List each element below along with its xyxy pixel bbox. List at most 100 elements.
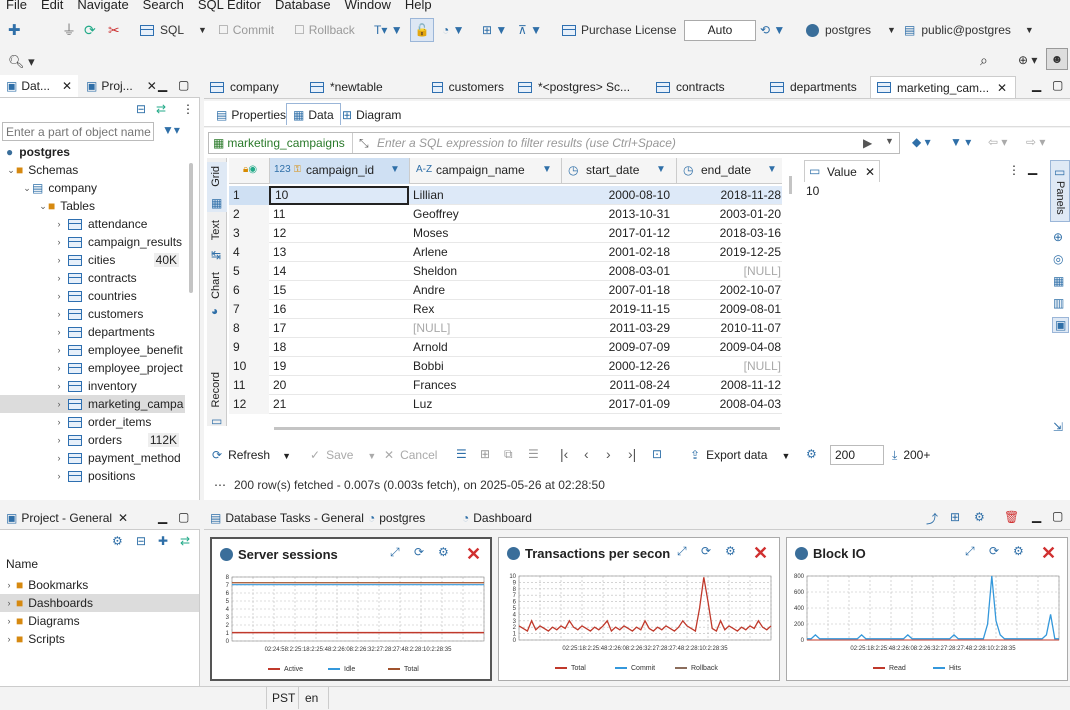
table-row[interactable]: 4 13 Arlene 2001-02-18 2019-12-25 [229,243,782,262]
close-icon[interactable]: ✕ [118,511,128,525]
perspective-icon[interactable]: ⊕ ▾ [1018,50,1037,70]
column-header-campaign_name[interactable]: A-Z campaign_name ▼ [409,158,561,184]
view-menu-icon[interactable]: ⋮ [182,102,194,116]
cell-end_date[interactable]: 2008-04-03 [676,395,781,414]
close-icon[interactable]: ✕ [1041,543,1056,564]
sql-editor-button[interactable]: SQL ▼ [140,20,207,40]
table-row[interactable]: 6 15 Andre 2007-01-18 2002-10-07 [229,281,782,300]
grid-vscrollbar[interactable] [789,176,792,194]
minimize-icon[interactable]: ▁ [158,510,167,524]
cell-campaign_id[interactable]: 10 [269,186,409,205]
table-row[interactable]: 1 10 Lillian 2000-08-10 2018-11-28 [229,186,782,205]
expand-icon[interactable]: › [4,598,14,608]
tree-table-marketing_campa[interactable]: › marketing_campa [0,395,185,413]
tree-table-countries[interactable]: › countries [0,287,185,305]
cell-end_date[interactable]: [NULL] [676,262,781,281]
active-connection-selector[interactable]: postgres ▼ [806,20,896,40]
table-row[interactable]: 7 16 Rex 2019-11-15 2009-08-01 [229,300,782,319]
expand-icon[interactable]: › [54,363,64,373]
cell-start_date[interactable]: 2008-03-01 [561,262,670,281]
menu-help[interactable]: Help [405,0,432,12]
tree-node-postgres[interactable]: ● postgres [6,143,70,161]
chart-icon[interactable]: ⤴ [926,510,938,527]
next-page-icon[interactable]: › [606,446,611,462]
tree-table-inventory[interactable]: › inventory [0,377,185,395]
close-icon[interactable]: ✕ [753,543,768,564]
tree-table-cities[interactable]: › cities 40K [0,251,185,269]
expand-icon[interactable]: › [54,435,64,445]
tab-diagram[interactable]: ⊞ Diagram [336,104,407,126]
history-icon[interactable]: ⟲ ▼ [760,20,785,40]
table-row[interactable]: 9 18 Arnold 2009-07-09 2009-04-08 [229,338,782,357]
row-number[interactable]: 10 [229,357,269,376]
expand-icon[interactable]: › [4,616,14,626]
tree-node-tables[interactable]: ⌄ ■ Tables [38,197,95,215]
cell-start_date[interactable]: 2000-08-10 [561,186,670,205]
maximize-icon[interactable]: ▢ [178,78,189,92]
menu-database[interactable]: Database [275,0,331,12]
table-row[interactable]: 12 21 Luz 2017-01-09 2008-04-03 [229,395,782,414]
collapse-all-icon[interactable]: ⊟ [136,102,146,116]
table-row[interactable]: 8 17 [NULL] 2011-03-29 2010-11-07 [229,319,782,338]
minimize-icon[interactable]: ▁ [1028,161,1037,175]
cell-campaign_name[interactable]: Bobbi [413,357,561,376]
cell-campaign_id[interactable]: 17 [269,319,409,338]
minimize-icon[interactable]: ▁ [1032,509,1041,523]
expand-icon[interactable]: ⤢ [677,544,687,559]
menu-search[interactable]: Search [143,0,184,12]
settings-icon[interactable]: ⚙ [974,510,985,524]
cell-campaign_id[interactable]: 19 [269,357,409,376]
minimize-icon[interactable]: ▁ [1032,78,1041,92]
cell-campaign_id[interactable]: 12 [269,224,409,243]
last-page-icon[interactable]: ›| [628,446,636,462]
close-icon[interactable]: ✕ [997,81,1007,95]
tree-node-company[interactable]: ⌄ ▤ company [22,179,97,197]
cell-campaign_name[interactable]: Geoffrey [413,205,561,224]
first-page-icon[interactable]: |‹ [560,446,568,462]
grid-hscrollbar[interactable] [274,427,780,430]
menu-edit[interactable]: Edit [41,0,63,12]
settings-icon[interactable]: ⚙ [1013,544,1024,558]
row-number[interactable]: 6 [229,281,269,300]
prev-page-icon[interactable]: ‹ [584,446,589,462]
menu-window[interactable]: Window [345,0,391,12]
project-item-bookmarks[interactable]: › ■ Bookmarks [0,576,199,594]
refresh-icon[interactable]: ⟳ [989,544,999,558]
edit-row-icon[interactable]: ☰ [456,447,467,461]
editor-tab-3[interactable]: *<postgres> Sc... [512,76,648,98]
cell-campaign_name[interactable]: Frances [413,376,561,395]
expand-icon[interactable]: › [54,309,64,319]
refresh-icon[interactable]: ⟳ [414,545,424,559]
row-number[interactable]: 9 [229,338,269,357]
cell-campaign_id[interactable]: 15 [269,281,409,300]
tree-table-campaign_results[interactable]: › campaign_results [0,233,185,251]
cell-campaign_id[interactable]: 18 [269,338,409,357]
expand-icon[interactable]: › [54,273,64,283]
add-row-icon[interactable]: ⊞ [480,447,490,461]
object-filter-input[interactable] [2,122,154,141]
expand-icon[interactable]: › [54,453,64,463]
grid-corner-lock-icon[interactable]: 🔒︎◉ [243,164,257,175]
cell-end_date[interactable]: 2010-11-07 [676,319,782,338]
row-number[interactable]: 4 [229,243,269,262]
expand-icon[interactable]: › [54,255,64,265]
table-row[interactable]: 2 11 Geoffrey 2013-10-31 2003-01-20 [229,205,782,224]
expand-icon[interactable]: › [54,237,64,247]
tab-database-tasks[interactable]: ▤ Database Tasks - General [204,507,370,529]
fetch-settings-icon[interactable]: ⚙ [806,447,817,461]
transaction-mode-icon[interactable]: T▾ ▼ [374,20,403,40]
row-number[interactable]: 5 [229,262,269,281]
cell-campaign_id[interactable]: 16 [269,300,409,319]
tab-projects[interactable]: ▣ Proj... ✕ [80,75,163,97]
performance-icon[interactable]: ◔ ▼ [442,20,464,40]
cancel-button[interactable]: ✕ Cancel [384,448,437,462]
row-number[interactable]: 2 [229,205,269,224]
filter-history-icon[interactable]: ▼ [885,136,894,146]
connect-icon[interactable]: ⏚ [62,20,76,40]
expand-icon[interactable]: ⤢ [965,544,975,559]
value-menu-icon[interactable]: ⋮ [1008,163,1020,177]
minimize-icon[interactable]: ▁ [158,78,167,92]
row-number[interactable]: 8 [229,319,269,338]
expand-icon[interactable]: › [4,634,14,644]
lock-icon[interactable]: 🔓 [410,18,434,42]
